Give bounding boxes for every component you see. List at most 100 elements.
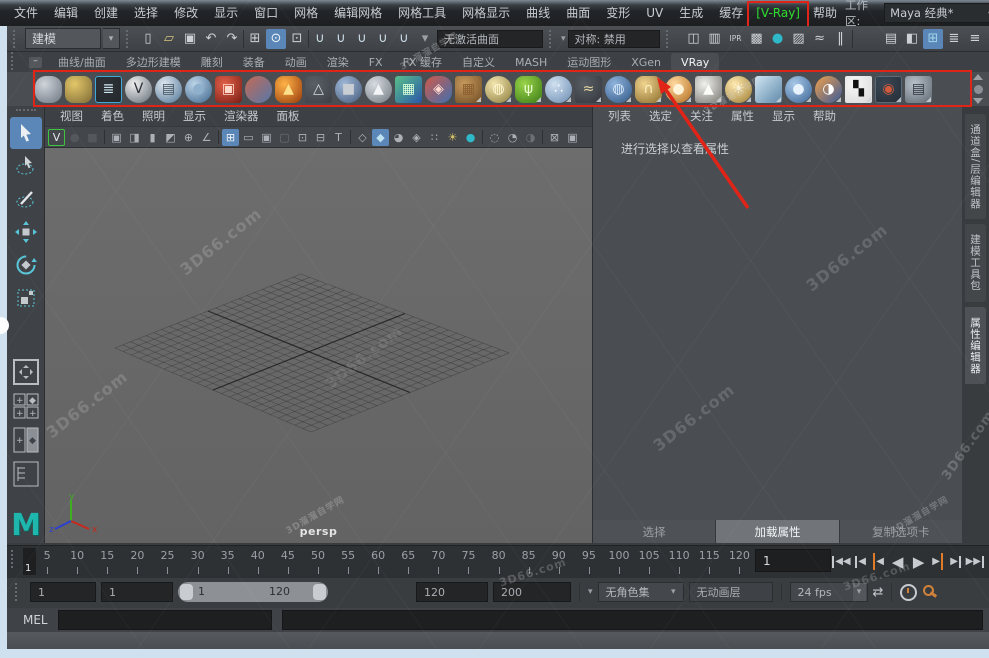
snap-view-plane-icon[interactable]: ∪ [394, 29, 414, 49]
xray-mode-icon[interactable]: ∷ [426, 129, 443, 146]
hypershade-icon[interactable]: ● [768, 29, 788, 49]
shelf-tab-自定义[interactable]: 自定义 [452, 53, 505, 72]
viewport-menu-照明[interactable]: 照明 [133, 106, 174, 126]
timeline-ruler[interactable]: 1 51015202530354045505560657075808590951… [17, 548, 749, 575]
lighting-icon[interactable]: ☀ [444, 129, 461, 146]
open-scene-icon[interactable]: ▱ [159, 29, 179, 49]
inactive-square-icon[interactable]: ■ [84, 129, 101, 146]
pan-zoom-icon[interactable]: ⊕ [180, 129, 197, 146]
sidebar-tab-建模工具包[interactable]: 建模工具包 [965, 224, 986, 302]
viewport-menu-渲染器[interactable]: 渲染器 [215, 106, 268, 126]
auto-keyframe-icon[interactable] [922, 585, 937, 600]
wire-on-shaded-icon[interactable]: ◈ [408, 129, 425, 146]
new-scene-icon[interactable]: ▯ [138, 29, 158, 49]
redo-icon[interactable]: ↷ [222, 29, 242, 49]
chevron-down-icon[interactable]: ▾ [588, 587, 593, 597]
step-back-key-button[interactable]: ◀ [870, 550, 887, 574]
drag-grip[interactable] [13, 30, 19, 48]
render-current-frame-icon[interactable]: ▥ [705, 29, 725, 49]
shelf-menu-icon[interactable]: – [29, 57, 42, 68]
copy-view-icon[interactable]: ▣ [564, 129, 581, 146]
go-to-end-button[interactable]: ▶▶ [966, 550, 985, 574]
two-pane-layout-button[interactable]: +◆ [11, 425, 41, 455]
vray-geo-sphere-icon[interactable]: ◍ [605, 76, 632, 103]
vray-notes-icon[interactable]: ▤ [155, 76, 182, 103]
live-surface-field[interactable]: 无激活曲面 [437, 30, 543, 48]
field-chart-icon[interactable]: ⊡ [294, 129, 311, 146]
rotate-tool[interactable] [10, 249, 42, 281]
shadows-icon[interactable]: ● [462, 129, 479, 146]
inactive-circle-icon[interactable]: ● [66, 129, 83, 146]
menu-item-选择[interactable]: 选择 [126, 0, 166, 26]
show-tool-settings-icon[interactable]: ◧ [902, 29, 922, 49]
show-attribute-editor-icon[interactable]: ▤ [881, 29, 901, 49]
shelf-tab-VRay[interactable]: VRay [671, 53, 719, 72]
fps-dropdown[interactable]: 24 fps ▾ [790, 582, 868, 602]
panel-stack-icon[interactable]: ≡ [965, 29, 985, 49]
attr-menu-属性[interactable]: 属性 [722, 106, 763, 126]
vray-stylized-character-icon[interactable]: ● [185, 76, 212, 103]
four-pane-layout-button[interactable]: +◆++ [11, 391, 41, 421]
safe-title-icon[interactable]: T [330, 129, 347, 146]
menu-set-dropdown[interactable]: 建模 [25, 28, 101, 49]
shelf-tab-渲染[interactable]: 渲染 [317, 53, 359, 72]
step-forward-key-button[interactable]: ▶ [930, 550, 947, 574]
vray-fur-icon[interactable]: ψ [515, 76, 542, 103]
vray-fire-icon[interactable]: ▲ [275, 76, 302, 103]
grease-pencil-icon[interactable]: ∠ [198, 129, 215, 146]
paint-select-tool[interactable] [10, 183, 42, 215]
vray-primitives-icon[interactable]: ▲ [365, 76, 392, 103]
character-set-dropdown[interactable]: 无角色集 ▾ [598, 582, 684, 602]
paint-effects-icon[interactable]: ≈ [810, 29, 830, 49]
menu-set-chevron-icon[interactable]: ▾ [103, 28, 120, 49]
menu-item-创建[interactable]: 创建 [86, 0, 126, 26]
vray-sphere-light-icon[interactable]: ◍ [485, 76, 512, 103]
vray-object-properties-icon[interactable]: ≣ [95, 76, 122, 103]
vray-blend-spheres-icon[interactable] [245, 76, 272, 103]
range-end-handle[interactable] [313, 584, 326, 600]
attr-button-加载属性[interactable]: 加载属性 [716, 520, 838, 543]
menu-item-文件[interactable]: 文件 [6, 0, 46, 26]
camera-attributes-icon[interactable]: ◨ [126, 129, 143, 146]
vray-checker-icon[interactable]: ▚ [845, 76, 872, 103]
image-plane-icon[interactable]: ◩ [162, 129, 179, 146]
viewport-canvas[interactable]: y x z persp [45, 147, 592, 543]
contrast-icon[interactable]: ◑ [522, 129, 539, 146]
single-pane-layout-button[interactable] [11, 357, 41, 387]
range-slider[interactable]: 1 120 [178, 582, 328, 602]
animation-preferences-icon[interactable] [900, 584, 917, 601]
show-outliner-icon[interactable]: ≣ [944, 29, 964, 49]
vray-material-sphere-icon[interactable]: ◑ [815, 76, 842, 103]
camera-select-icon[interactable]: ▣ [108, 129, 125, 146]
vray-logo-icon[interactable]: V [125, 76, 152, 103]
animation-end-field[interactable]: 200 [493, 582, 571, 602]
vray-wire-pyramid-icon[interactable]: △ [305, 76, 332, 103]
resolution-gate-icon[interactable]: ▣ [258, 129, 275, 146]
vray-framebuffer-icon[interactable]: ◉ [875, 76, 902, 103]
drag-grip[interactable] [11, 52, 17, 70]
select-tool[interactable] [10, 117, 42, 149]
select-hierarchy-icon[interactable]: ⊞ [245, 29, 265, 49]
menu-item-编辑网格[interactable]: 编辑网格 [326, 0, 390, 26]
film-gate-icon[interactable]: ▭ [240, 129, 257, 146]
chevron-down-icon[interactable]: ▾ [561, 34, 566, 44]
gate-mask-icon[interactable]: ▢ [276, 129, 293, 146]
snap-grid-icon[interactable]: ∪ [310, 29, 330, 49]
scroll-up-icon[interactable] [973, 74, 983, 80]
vray-sky-icon[interactable] [755, 76, 782, 103]
show-channel-box-icon[interactable]: ⊞ [923, 29, 943, 49]
menu-item-缓存[interactable]: 缓存 [711, 0, 751, 26]
viewport-menu-视图[interactable]: 视图 [51, 106, 92, 126]
menu-item-窗口[interactable]: 窗口 [246, 0, 286, 26]
attr-button-复制选项卡[interactable]: 复制选项卡 [840, 520, 962, 543]
shelf-scrollbar[interactable] [970, 74, 986, 104]
shelf-tab-雕刻[interactable]: 雕刻 [191, 53, 233, 72]
drag-grip[interactable] [15, 583, 21, 601]
shelf-tab-装备[interactable]: 装备 [233, 53, 275, 72]
viewport-menu-面板[interactable]: 面板 [268, 106, 309, 126]
snap-projected-center-icon[interactable]: ∪ [373, 29, 393, 49]
vray-proxy-icon[interactable]: ▦ [455, 76, 482, 103]
shelf-tab-动画[interactable]: 动画 [275, 53, 317, 72]
select-component-icon[interactable]: ⊡ [287, 29, 307, 49]
ipr-render-icon[interactable]: IPR [726, 29, 746, 49]
